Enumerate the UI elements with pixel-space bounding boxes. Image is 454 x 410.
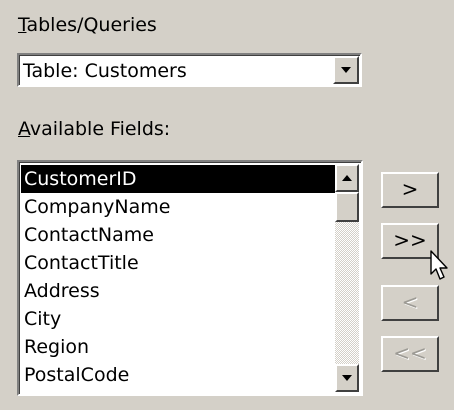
scroll-down-button[interactable] — [335, 364, 359, 392]
tables-queries-selected-value: Table: Customers — [23, 60, 187, 82]
list-item[interactable]: City — [21, 305, 335, 333]
list-item[interactable]: ContactTitle — [21, 249, 335, 277]
remove-field-button[interactable]: < — [381, 285, 439, 321]
tables-queries-label: Tables/Queries — [18, 13, 157, 37]
mouse-pointer-icon — [430, 250, 448, 280]
list-item[interactable]: Region — [21, 333, 335, 361]
scroll-up-arrow-icon — [342, 175, 352, 181]
list-item[interactable]: PostalCode — [21, 361, 335, 389]
available-fields-label: Available Fields: — [18, 117, 170, 141]
tables-queries-combobox[interactable]: Table: Customers — [17, 53, 362, 87]
available-fields-listbox[interactable]: CustomerID CompanyName ContactName Conta… — [17, 160, 363, 396]
list-item[interactable]: CustomerID — [21, 165, 335, 193]
scroll-up-button[interactable] — [335, 164, 359, 192]
available-fields-accelerator: A — [18, 118, 30, 140]
tables-queries-dropdown-button[interactable] — [333, 56, 359, 84]
scroll-down-arrow-icon — [342, 375, 352, 381]
scroll-thumb[interactable] — [335, 192, 359, 222]
available-fields-label-text: vailable Fields: — [29, 118, 171, 140]
chevron-down-icon — [341, 67, 351, 73]
list-item[interactable]: Address — [21, 277, 335, 305]
tables-queries-label-text: ables/Queries — [26, 14, 157, 36]
available-fields-items: CustomerID CompanyName ContactName Conta… — [21, 165, 335, 389]
add-field-button[interactable]: > — [381, 172, 439, 208]
list-item[interactable]: CompanyName — [21, 193, 335, 221]
vertical-scrollbar[interactable] — [335, 164, 359, 392]
remove-all-fields-button[interactable]: << — [381, 336, 439, 372]
list-item[interactable]: ContactName — [21, 221, 335, 249]
